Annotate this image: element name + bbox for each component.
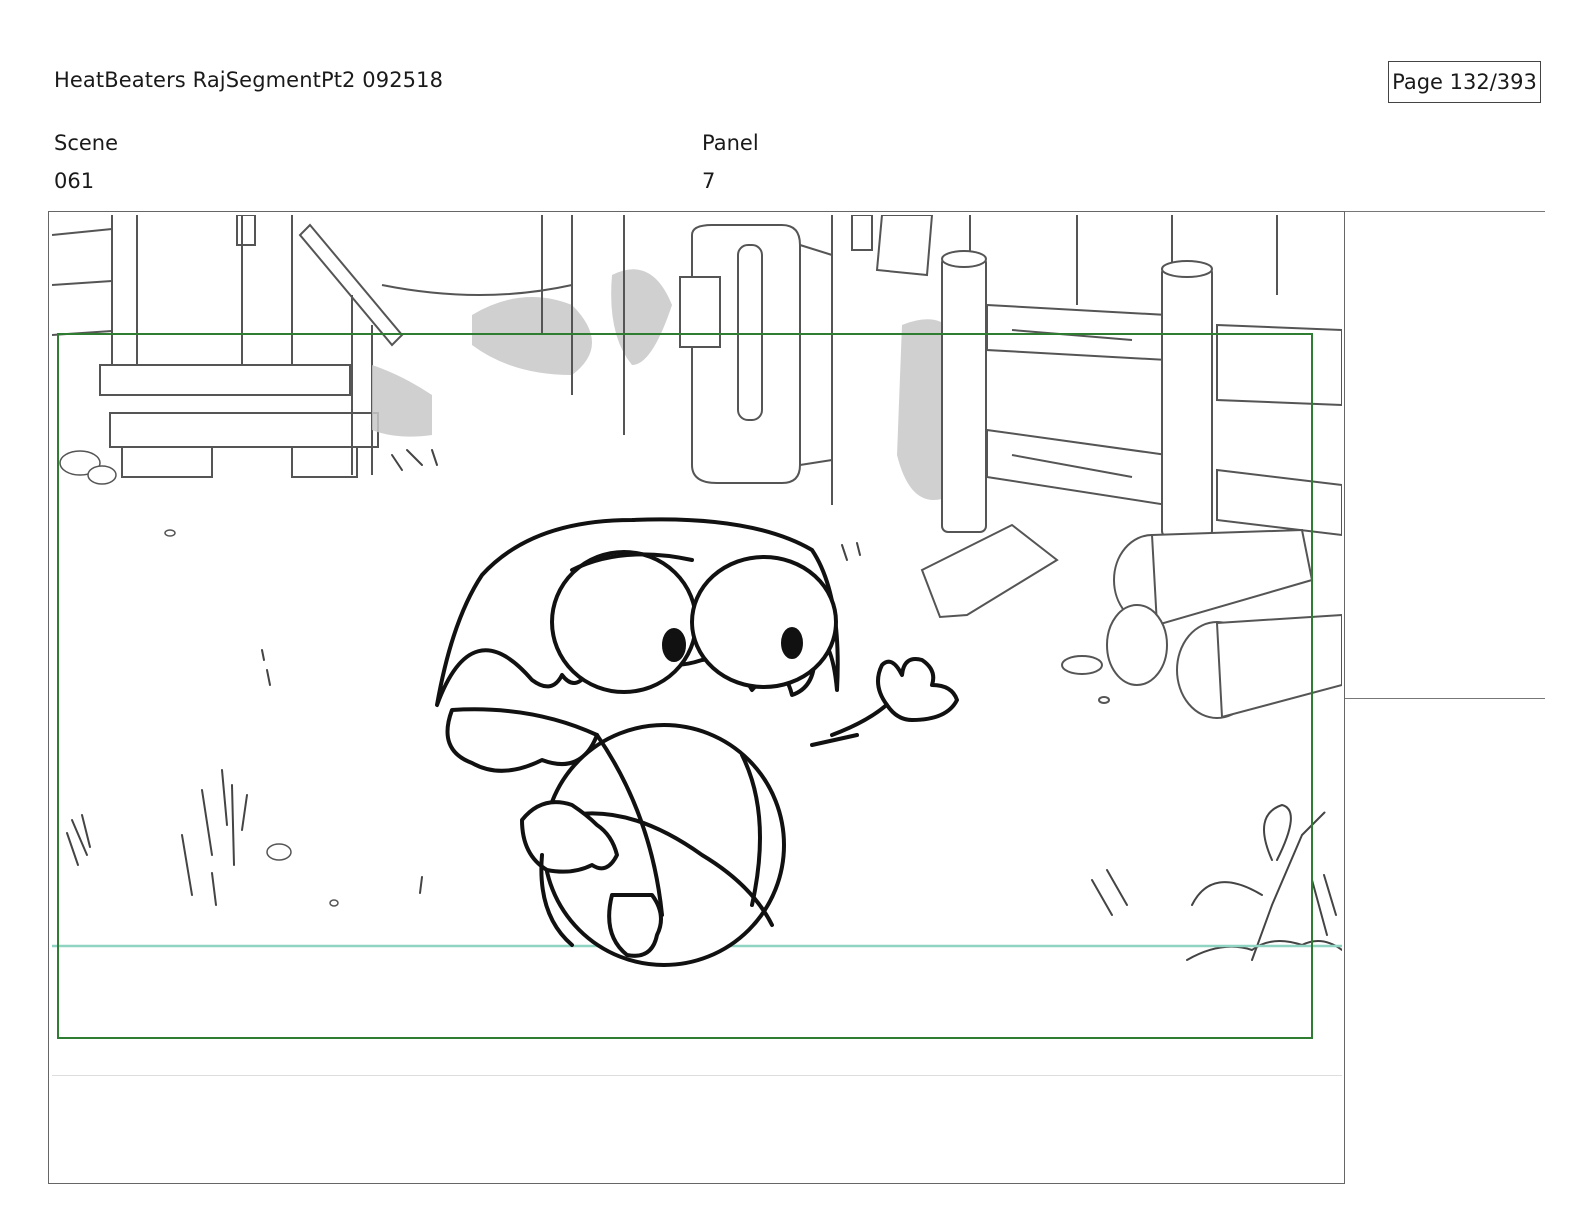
storyboard-drawing <box>52 215 1342 1075</box>
porch-shadow <box>372 269 970 500</box>
notes-rule-bottom <box>1345 698 1545 699</box>
pebbles <box>59 450 339 907</box>
notes-rule-top <box>1345 211 1545 212</box>
panel-number: 7 <box>702 169 716 193</box>
fence <box>941 250 1342 538</box>
panel-label: Panel <box>702 131 759 155</box>
scene-label: Scene <box>54 131 119 155</box>
panel-notes-divider <box>52 1075 1342 1076</box>
document-title: HeatBeaters RajSegmentPt2 092518 <box>54 68 444 92</box>
character-with-ball <box>435 517 959 967</box>
scene-number: 061 <box>54 169 95 193</box>
page-indicator: Page 132/393 <box>1388 61 1541 103</box>
firewood <box>920 523 1342 719</box>
porch-steps <box>52 215 404 478</box>
